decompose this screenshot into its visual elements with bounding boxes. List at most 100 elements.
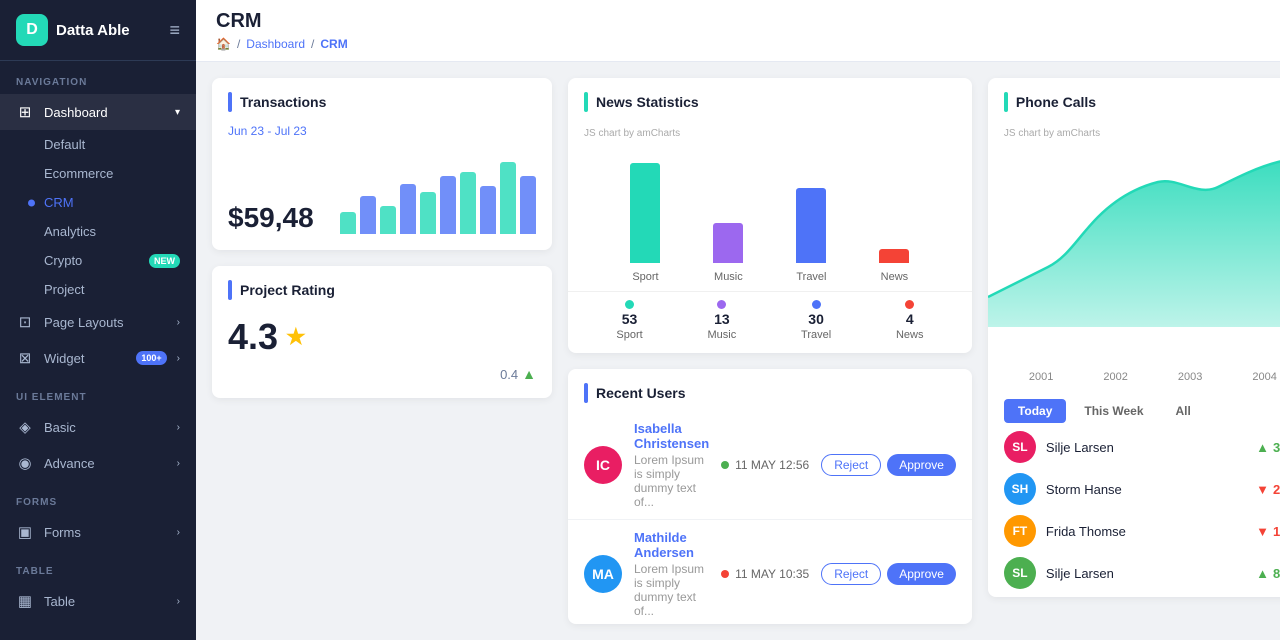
travel-dot bbox=[812, 300, 821, 309]
travel-label: Travel bbox=[796, 271, 826, 283]
right-column: Phone Calls JS chart by amCharts bbox=[988, 78, 1280, 624]
approve-button-2[interactable]: Approve bbox=[887, 563, 956, 585]
tab-today[interactable]: Today bbox=[1004, 399, 1066, 423]
rating-change: 0.4 ▲ bbox=[500, 366, 536, 382]
sport-bar bbox=[630, 163, 660, 263]
bar-4 bbox=[400, 184, 416, 234]
news-legends: 53 Sport 13 Music 30 Travel bbox=[568, 291, 972, 353]
sidebar-item-advance[interactable]: ◉ Advance › bbox=[0, 445, 196, 481]
sidebar-item-crm[interactable]: CRM bbox=[0, 188, 196, 217]
user-time-1: 11 MAY 12:56 bbox=[735, 458, 809, 472]
sidebar-item-page-layouts[interactable]: ⊡ Page Layouts › bbox=[0, 304, 196, 340]
music-count: 13 bbox=[714, 311, 730, 327]
bar-5 bbox=[420, 192, 436, 234]
user-info-2: Mathilde Andersen Lorem Ipsum is simply … bbox=[634, 530, 709, 618]
user-time-2: 11 MAY 10:35 bbox=[735, 567, 809, 581]
breadcrumb-separator: / bbox=[237, 37, 240, 51]
basic-icon: ◈ bbox=[16, 418, 34, 436]
sidebar-item-ecommerce[interactable]: Ecommerce bbox=[0, 159, 196, 188]
reject-button-1[interactable]: Reject bbox=[821, 454, 881, 476]
star-icon: ★ bbox=[286, 324, 306, 350]
project-rating-card: Project Rating 4.3 ★ 0.4 ▲ bbox=[212, 266, 552, 398]
news-accent bbox=[584, 92, 588, 112]
music-bar-wrap bbox=[713, 153, 743, 263]
news-statistics-title: News Statistics bbox=[596, 94, 699, 110]
user-avatar-2: MA bbox=[584, 555, 622, 593]
sidebar: D Datta Able ≡ NAVIGATION ⊞ Dashboard ▾ … bbox=[0, 0, 196, 640]
sport-dot bbox=[625, 300, 634, 309]
travel-legend-label: Travel bbox=[801, 329, 831, 341]
status-dot-1 bbox=[721, 461, 729, 469]
sidebar-item-crypto[interactable]: Crypto NEW bbox=[0, 246, 196, 275]
caller-name-2: Storm Hanse bbox=[1046, 482, 1246, 497]
recent-users-card: Recent Users IC Isabella Christensen Lor… bbox=[568, 369, 972, 624]
transactions-bar-chart bbox=[340, 154, 536, 234]
advance-icon: ◉ bbox=[16, 454, 34, 472]
travel-count: 30 bbox=[808, 311, 824, 327]
travel-bar bbox=[796, 188, 826, 263]
hamburger-icon[interactable]: ≡ bbox=[169, 20, 180, 41]
caller-name-1: Silje Larsen bbox=[1046, 440, 1246, 455]
sport-count: 53 bbox=[622, 311, 638, 327]
reject-button-2[interactable]: Reject bbox=[821, 563, 881, 585]
x-label-2002: 2002 bbox=[1103, 371, 1127, 383]
sidebar-logo: D Datta Able bbox=[16, 14, 130, 46]
transactions-body: Jun 23 - Jul 23 $59,48 bbox=[212, 120, 552, 250]
sidebar-item-analytics[interactable]: Analytics bbox=[0, 217, 196, 246]
dashboard-sub-nav: Default Ecommerce CRM Analytics Crypto N… bbox=[0, 130, 196, 304]
rating-value: 4.3 ★ bbox=[228, 316, 536, 358]
page-title: CRM bbox=[216, 10, 1260, 33]
table-section-label: TABLE bbox=[0, 550, 196, 583]
chart-label: JS chart by amCharts bbox=[584, 128, 956, 139]
transactions-date: Jun 23 - Jul 23 bbox=[228, 124, 536, 138]
navigation-section-label: NAVIGATION bbox=[0, 61, 196, 94]
widget-icon: ⊠ bbox=[16, 349, 34, 367]
user-desc-1: Lorem Ipsum is simply dummy text of... bbox=[634, 453, 709, 509]
caller-avatar-2: SH bbox=[1004, 473, 1036, 505]
x-label-2003: 2003 bbox=[1178, 371, 1202, 383]
tab-all[interactable]: All bbox=[1162, 399, 1205, 423]
breadcrumb-dashboard[interactable]: Dashboard bbox=[246, 37, 305, 51]
breadcrumb-home-icon[interactable]: 🏠 bbox=[216, 37, 231, 51]
legend-music: 13 Music bbox=[707, 300, 736, 341]
user-row-1: IC Isabella Christensen Lorem Ipsum is s… bbox=[568, 411, 972, 520]
breadcrumb-current: CRM bbox=[320, 37, 347, 51]
sidebar-item-label: Forms bbox=[44, 525, 167, 540]
music-bar bbox=[713, 223, 743, 263]
sidebar-item-widget[interactable]: ⊠ Widget 100+ › bbox=[0, 340, 196, 376]
sidebar-item-forms[interactable]: ▣ Forms › bbox=[0, 514, 196, 550]
user-actions-1: Reject Approve bbox=[821, 454, 956, 476]
user-desc-2: Lorem Ipsum is simply dummy text of... bbox=[634, 562, 709, 618]
news-legend-label: News bbox=[896, 329, 924, 341]
rating-card-header: Project Rating bbox=[212, 266, 552, 308]
logo-icon: D bbox=[16, 14, 48, 46]
sport-bar-wrap bbox=[630, 153, 660, 263]
sidebar-item-table[interactable]: ▦ Table › bbox=[0, 583, 196, 619]
app-name: Datta Able bbox=[56, 22, 130, 39]
recent-users-accent bbox=[584, 383, 588, 403]
chevron-right-icon: › bbox=[177, 422, 180, 433]
sidebar-item-default[interactable]: Default bbox=[0, 130, 196, 159]
rating-title: Project Rating bbox=[240, 282, 335, 298]
sidebar-item-label: Dashboard bbox=[44, 105, 165, 120]
arrow-up-icon-4: ▲ bbox=[1256, 566, 1269, 581]
bar-2 bbox=[360, 196, 376, 234]
phone-list-item-1: SL Silje Larsen ▲ 3784 bbox=[1004, 431, 1280, 463]
news-bar-news: News bbox=[879, 153, 909, 283]
sport-label: Sport bbox=[632, 271, 658, 283]
music-dot bbox=[717, 300, 726, 309]
left-column: Transactions Jun 23 - Jul 23 $59,48 bbox=[212, 78, 552, 624]
sidebar-item-project[interactable]: Project bbox=[0, 275, 196, 304]
sidebar-item-basic[interactable]: ◈ Basic › bbox=[0, 409, 196, 445]
table-icon: ▦ bbox=[16, 592, 34, 610]
rating-row: 0.4 ▲ bbox=[228, 366, 536, 382]
tab-this-week[interactable]: This Week bbox=[1070, 399, 1157, 423]
legend-news: 4 News bbox=[896, 300, 924, 341]
approve-button-1[interactable]: Approve bbox=[887, 454, 956, 476]
user-info-1: Isabella Christensen Lorem Ipsum is simp… bbox=[634, 421, 709, 509]
caller-avatar-4: SL bbox=[1004, 557, 1036, 589]
legend-sport: 53 Sport bbox=[616, 300, 642, 341]
caller-value-3: ▼ 1032 bbox=[1256, 524, 1280, 539]
sidebar-item-dashboard[interactable]: ⊞ Dashboard ▾ bbox=[0, 94, 196, 130]
chevron-down-icon: ▾ bbox=[175, 107, 180, 118]
